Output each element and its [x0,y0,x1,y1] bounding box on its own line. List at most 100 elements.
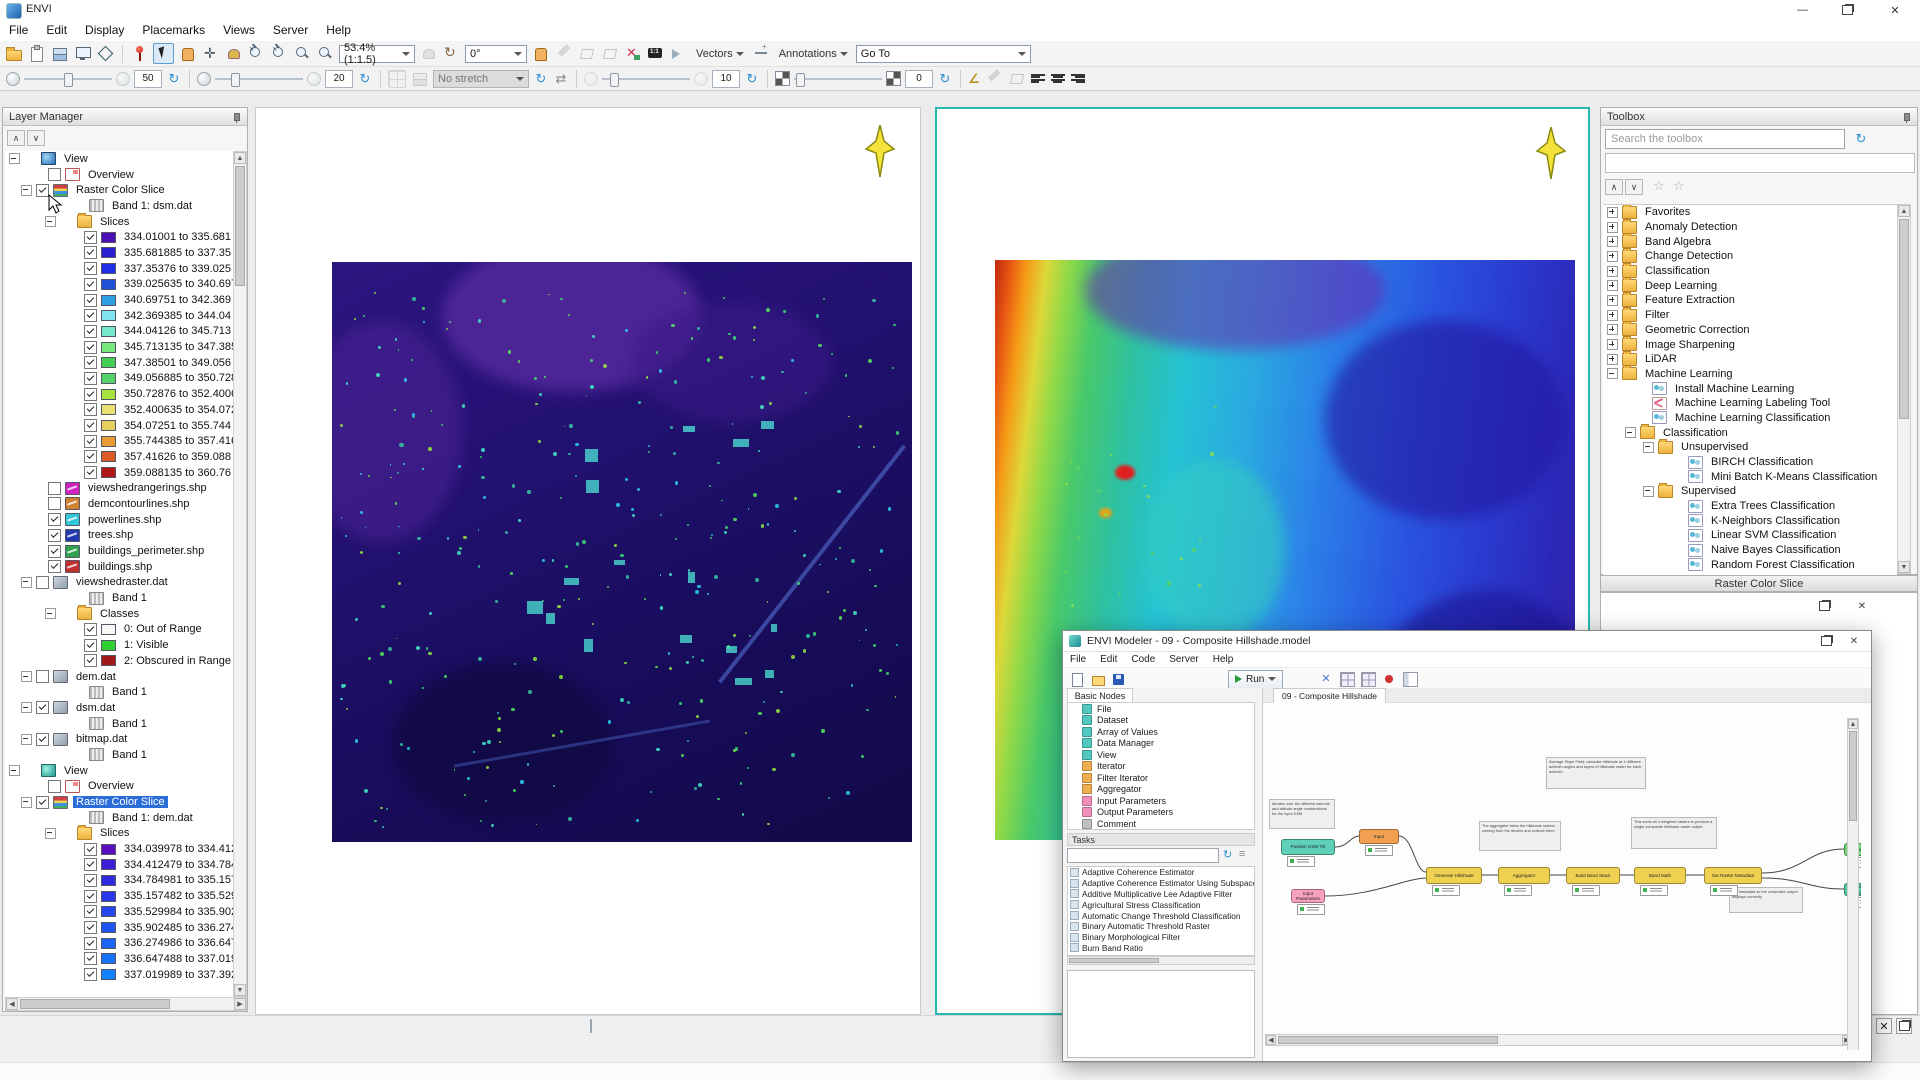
refresh-icon[interactable]: ↻ [166,71,182,87]
annotation-edit-icon[interactable] [984,69,1003,88]
scroll-left-icon[interactable]: ◀ [6,998,18,1010]
layer-manager-header[interactable]: Layer Manager [3,108,247,126]
layer-tree-row[interactable]: 2: Obscured in Range [5,653,235,669]
layer-checkbox[interactable] [84,858,97,871]
layer-tree-row[interactable]: Slices [5,826,235,842]
refresh-icon[interactable]: ↻ [357,71,373,87]
task-label[interactable]: Adaptive Coherence Estimator Using Subsp… [1082,878,1255,888]
layer-tree-row[interactable]: buildings_perimeter.shp [5,543,235,559]
tool-label[interactable]: Install Machine Learning [1672,383,1797,395]
run-model-button[interactable]: Run [1228,670,1283,689]
layer-label[interactable]: Raster Color Slice [73,796,168,808]
layer-label[interactable]: 334.784981 to 335.157 [121,874,235,886]
open-file-icon[interactable] [4,44,23,63]
toolbox-tree-row[interactable]: K-Neighbors Classification [1603,513,1897,528]
layer-label[interactable]: 334.01001 to 335.681 [121,231,234,243]
modeler-menu-file[interactable]: File [1063,654,1093,665]
layer-checkbox[interactable] [84,325,97,338]
layer-label[interactable]: 359.088135 to 360.76 [121,467,234,479]
model-node[interactable]: Build Band Stack [1566,867,1620,884]
slider-thumb[interactable] [64,73,73,87]
toolbox-tree-row[interactable]: Band Algebra [1603,234,1897,249]
toolbox-vscrollbar[interactable]: ▲ ▼ [1897,204,1911,574]
layer-checkbox[interactable] [84,262,97,275]
comment-box[interactable]: Iterates over the different azimuth and … [1269,799,1335,829]
layer-tree-row[interactable]: Raster Color Slice [5,794,235,810]
layer-checkbox[interactable] [84,231,97,244]
tool-label[interactable]: Supervised [1678,485,1739,497]
canvas-vscrollbar[interactable]: ▲ [1847,718,1859,1050]
data-manager-icon[interactable] [50,44,69,63]
model-node[interactable]: Band Math [1634,867,1686,884]
layer-label[interactable]: Band 1: dem.dat [109,812,196,824]
basic-node-row[interactable]: Comment [1068,818,1254,830]
layer-tree-row[interactable]: 334.01001 to 335.681 [5,229,235,245]
layer-label[interactable]: 352.400635 to 354.072 [121,404,235,416]
tree-expander-icon[interactable] [21,671,32,682]
panel-close-button[interactable]: ✕ [1876,1018,1892,1034]
layer-tree-row[interactable]: Raster Color Slice [5,182,235,198]
toolbox-tree-row[interactable]: Linear SVM Classification [1603,528,1897,543]
scroll-thumb[interactable] [1278,1036,1498,1044]
tree-expander-icon[interactable] [1607,236,1618,247]
layer-tree-row[interactable]: 359.088135 to 360.76 [5,465,235,481]
layer-tree-row[interactable]: 344.04126 to 345.713 [5,324,235,340]
toolbox-tree-row[interactable]: Mini Batch K-Means Classification [1603,469,1897,484]
dsm-color-slice-raster[interactable] [332,262,912,842]
layer-label[interactable]: 350.72876 to 352.4006 [121,388,235,400]
layer-tree-row[interactable]: 335.157482 to 335.529 [5,888,235,904]
tasks-section-header[interactable]: Tasks [1067,833,1255,846]
stretch-type-select[interactable]: No stretch [433,70,529,88]
model-canvas[interactable]: Average Slope Field: calculate hillshade… [1263,702,1861,1050]
tasks-filter-icon[interactable]: ≡ [1239,848,1245,860]
tree-expander-icon[interactable] [1607,368,1618,379]
toolbox-tree-row[interactable]: Extra Trees Classification [1603,499,1897,514]
maximize-button[interactable] [1825,0,1870,20]
node-type-label[interactable]: Array of Values [1097,727,1158,737]
layer-manager-hscrollbar[interactable]: ◀ ▶ [5,997,247,1011]
layer-tree-row[interactable]: viewshedrangerings.shp [5,480,235,496]
tool-label[interactable]: Unsupervised [1678,441,1751,453]
node-type-label[interactable]: Aggregator [1097,784,1142,794]
views-layout-icon[interactable] [73,44,92,63]
raster-color-slice-header[interactable]: Raster Color Slice [1600,575,1918,592]
layer-label[interactable]: 335.529984 to 335.902 [121,906,235,918]
task-row[interactable]: Binary Morphological Filter [1068,932,1254,943]
layer-label[interactable]: 344.04126 to 345.713 [121,325,234,337]
task-row[interactable]: Binary Automatic Threshold Raster [1068,921,1254,932]
full-extent-icon[interactable] [646,44,665,63]
layer-label[interactable]: viewshedrangerings.shp [85,482,210,494]
toolbox-tree-row[interactable]: Feature Extraction [1603,293,1897,308]
layer-tree-row[interactable]: demcontourlines.shp [5,496,235,512]
node-type-label[interactable]: Filter Iterator [1097,773,1148,783]
task-label[interactable]: Additive Multiplicative Lee Adaptive Fil… [1082,889,1232,899]
basic-nodes-tab[interactable]: Basic Nodes [1067,688,1133,703]
layer-checkbox[interactable] [84,843,97,856]
layer-checkbox[interactable] [36,796,49,809]
orbit-icon[interactable] [419,44,438,63]
close-button[interactable]: ✕ [1870,0,1920,20]
geographic-link-icon[interactable] [96,44,115,63]
layer-tree-row[interactable]: 335.529984 to 335.902 [5,904,235,920]
layout-grid2-icon[interactable] [1361,672,1376,687]
toolbox-header[interactable]: Toolbox [1601,108,1917,126]
layer-tree-row[interactable]: buildings.shp [5,559,235,575]
layer-tree-row[interactable]: viewshedraster.dat [5,575,235,591]
layer-label[interactable]: 340.69751 to 342.369 [121,294,234,306]
toolbox-tree-row[interactable]: Favorites [1603,205,1897,220]
expand-all-button[interactable]: ∨ [27,130,45,146]
menu-help[interactable]: Help [317,20,360,41]
modeler-menu-help[interactable]: Help [1206,654,1241,665]
toolbox-history-combo[interactable] [1605,153,1915,173]
layer-tree-row[interactable]: 337.35376 to 339.025 [5,261,235,277]
layer-checkbox[interactable] [48,780,61,793]
layer-label[interactable]: Slices [97,216,132,228]
toolbox-tree-row[interactable]: Random Forest Classification [1603,558,1897,573]
layer-label[interactable]: Band 1 [109,718,150,730]
refresh-icon[interactable]: ↻ [937,71,953,87]
layer-tree-row[interactable]: 334.784981 to 335.157 [5,873,235,889]
layer-label[interactable]: 335.902485 to 336.274 [121,922,235,934]
task-label[interactable]: Burn Band Ratio [1082,943,1143,953]
toolbox-expand-all-button[interactable]: ∨ [1625,179,1643,195]
rotate-view-icon[interactable] [442,44,461,63]
